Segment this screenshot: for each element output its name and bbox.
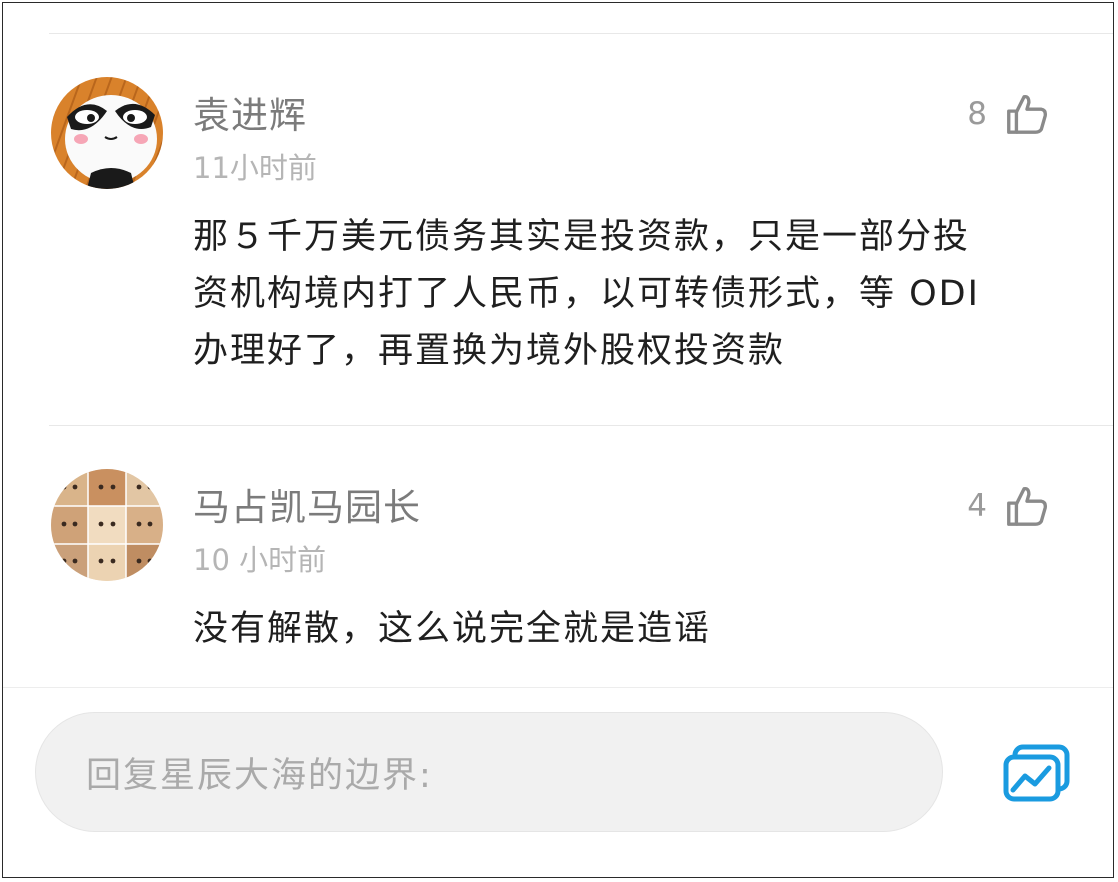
comment-body: 没有解散，这么说完全就是造谣	[193, 601, 1053, 658]
dog-collage-avatar-icon[interactable]	[51, 469, 163, 581]
like-count: 8	[967, 96, 987, 132]
comment-timestamp: 11小时前	[193, 151, 317, 185]
comment-body: 那５千万美元债务其实是投资款，只是一部分投 资机构境内打了人民币，以可转债形式，…	[193, 209, 1053, 380]
comment-username[interactable]: 袁进辉	[193, 85, 307, 139]
like-button[interactable]: 4	[967, 483, 1049, 529]
divider	[49, 33, 1113, 34]
comment-body-line: 没有解散，这么说完全就是造谣	[193, 609, 712, 649]
divider	[49, 425, 1113, 426]
comment-body-line: 那５千万美元债务其实是投资款，只是一部分投	[193, 217, 971, 257]
comment-timestamp: 10 小时前	[193, 543, 327, 577]
panda-avatar-icon[interactable]	[51, 77, 163, 189]
like-button[interactable]: 8	[967, 91, 1049, 137]
thumbs-up-icon	[1007, 94, 1047, 134]
like-count: 4	[967, 488, 987, 524]
reply-bar: 回复星辰大海的边界:	[3, 687, 1113, 877]
reply-input[interactable]: 回复星辰大海的边界:	[35, 712, 943, 832]
comment-body-line: 办理好了，再置换为境外股权投资款	[193, 331, 786, 371]
comment-list[interactable]: 袁进辉 11小时前 8 那５千万美元债务其实是投资款，只是一部分投 资机构境内打…	[3, 3, 1113, 687]
comment-username[interactable]: 马占凯马园长	[193, 477, 421, 531]
image-upload-icon[interactable]	[1003, 744, 1071, 804]
thumbs-up-icon	[1007, 486, 1047, 526]
comment-thread-panel: 袁进辉 11小时前 8 那５千万美元债务其实是投资款，只是一部分投 资机构境内打…	[2, 2, 1114, 878]
comment-body-line: 资机构境内打了人民币，以可转债形式，等 ODI	[193, 274, 980, 314]
